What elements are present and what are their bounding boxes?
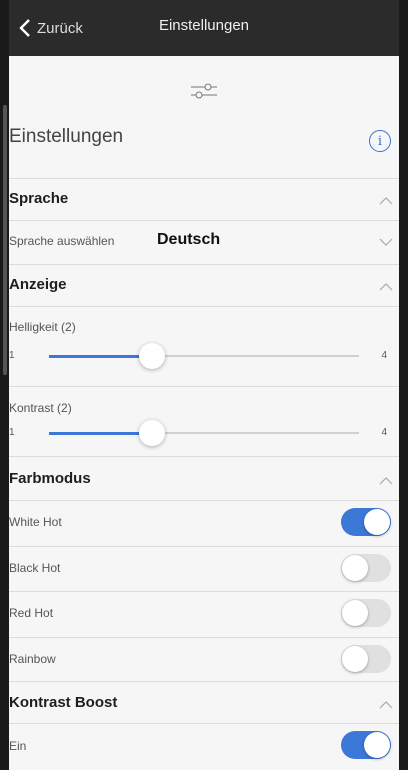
slider-max-label: 4 (381, 427, 387, 438)
navigation-bar: Zurück Einstellungen (9, 0, 399, 56)
section-title-display: Anzeige (9, 276, 67, 293)
language-select-value[interactable]: Deutsch (157, 231, 220, 249)
black-hot-toggle[interactable] (341, 554, 391, 582)
divider (9, 591, 399, 592)
divider (9, 637, 399, 638)
section-title-language: Sprache (9, 190, 69, 207)
chevron-up-icon[interactable] (379, 700, 393, 710)
color-mode-option-label: Black Hot (9, 561, 61, 575)
chevron-up-icon[interactable] (379, 476, 393, 486)
settings-screen: Zurück Einstellungen Einstellungen i Spr… (9, 0, 399, 770)
slider-thumb[interactable] (139, 420, 166, 446)
white-hot-toggle[interactable] (341, 508, 391, 536)
language-select-label: Sprache auswählen (9, 234, 115, 248)
divider (9, 220, 399, 221)
rainbow-toggle[interactable] (341, 645, 391, 673)
toggle-knob (342, 600, 368, 626)
contrast-boost-toggle[interactable] (341, 731, 391, 759)
slider-track[interactable] (49, 343, 359, 369)
nav-title: Einstellungen (158, 17, 250, 34)
toggle-knob (342, 555, 368, 581)
slider-min-label: 1 (9, 427, 15, 438)
brightness-slider[interactable]: 1 4 (9, 341, 389, 371)
contrast-boost-label: Ein (9, 739, 27, 753)
page-title: Einstellungen (9, 126, 124, 147)
divider (9, 681, 399, 682)
slider-fill (49, 355, 153, 358)
slider-thumb[interactable] (139, 343, 166, 369)
contrast-label: Kontrast (2) (9, 401, 72, 415)
brightness-label: Helligkeit (2) (9, 320, 76, 334)
chevron-up-icon[interactable] (379, 282, 393, 292)
divider (9, 264, 399, 265)
toggle-knob (364, 509, 390, 535)
info-icon[interactable]: i (369, 130, 391, 152)
section-title-color-mode: Farbmodus (9, 470, 91, 487)
sliders-icon (191, 83, 217, 99)
divider (9, 546, 399, 547)
color-mode-option-label: Red Hot (9, 606, 54, 620)
section-title-contrast-boost: Kontrast Boost (9, 694, 118, 711)
device-side-button (3, 105, 7, 375)
slider-fill (49, 432, 153, 435)
device-bezel-right (399, 0, 408, 770)
chevron-up-icon[interactable] (379, 196, 393, 206)
device-bezel-left (0, 0, 9, 770)
color-mode-option-label: White Hot (9, 515, 62, 529)
toggle-knob (364, 732, 390, 758)
toggle-knob (342, 646, 368, 672)
slider-max-label: 4 (381, 350, 387, 361)
divider (9, 456, 399, 457)
slider-min-label: 1 (9, 350, 15, 361)
divider (9, 178, 399, 179)
slider-track[interactable] (49, 420, 359, 446)
red-hot-toggle[interactable] (341, 599, 391, 627)
color-mode-option-label: Rainbow (9, 652, 56, 666)
divider (9, 500, 399, 501)
divider (9, 306, 399, 307)
contrast-slider[interactable]: 1 4 (9, 418, 389, 448)
divider (9, 386, 399, 387)
divider (9, 723, 399, 724)
chevron-down-icon[interactable] (379, 237, 393, 247)
